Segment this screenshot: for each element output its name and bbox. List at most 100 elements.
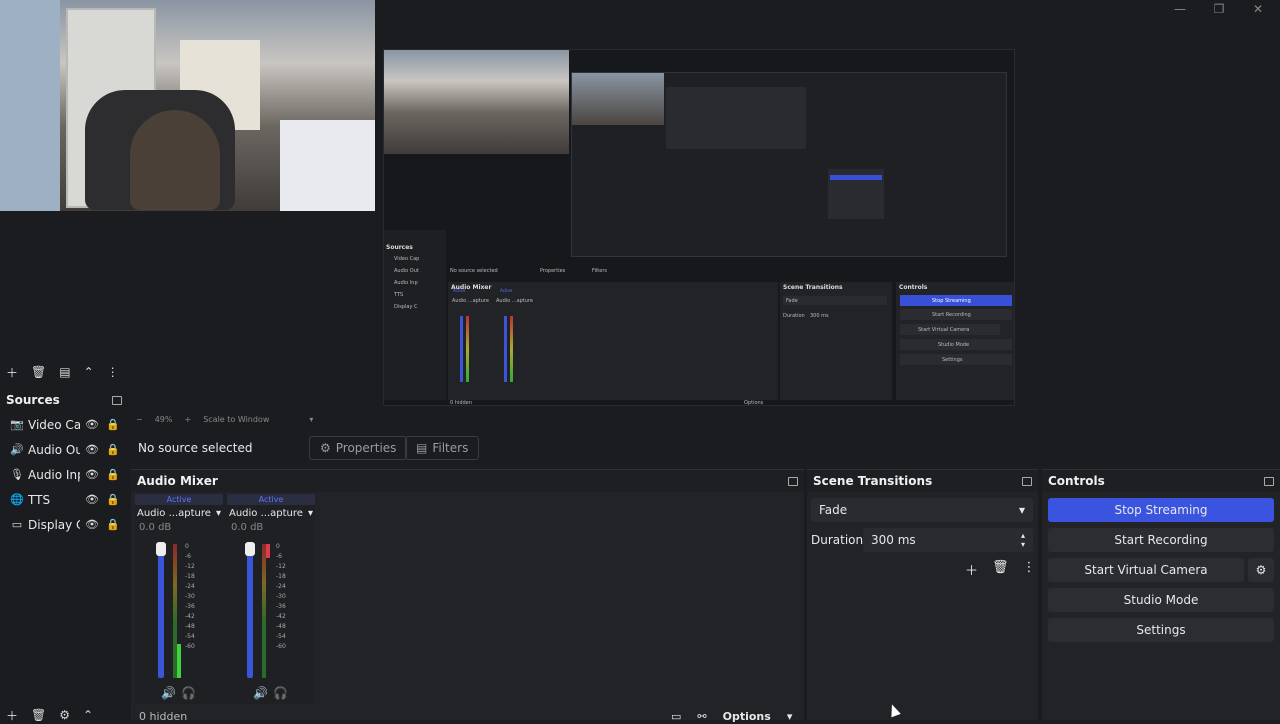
eye-icon[interactable]: 👁 — [83, 443, 101, 456]
scale-mode[interactable]: Scale to Window — [203, 415, 269, 424]
stop-streaming-button[interactable]: Stop Streaming — [1048, 498, 1274, 522]
lock-icon[interactable]: 🔒 — [104, 443, 122, 456]
sources-dock-header: Sources — [0, 390, 128, 410]
options-button[interactable]: Options — [723, 710, 771, 723]
source-item[interactable]: 📷 Video Cap 👁 🔒 — [0, 412, 128, 437]
close-button[interactable]: ✕ — [1248, 2, 1268, 18]
eye-icon[interactable]: 👁 — [83, 493, 101, 506]
channel-volume: 0.0 dB — [231, 522, 264, 533]
chevron-down-icon[interactable]: ▾ — [309, 415, 313, 424]
scene-transitions-title: Scene Transitions — [813, 474, 933, 488]
spinner-icon[interactable]: ▴ ▾ — [1021, 531, 1025, 549]
restore-button[interactable]: ❐ — [1209, 2, 1229, 18]
settings-button[interactable]: Settings — [1048, 618, 1274, 642]
zoom-in-icon[interactable]: + — [184, 415, 191, 424]
chevron-down-icon[interactable]: ▾ — [216, 508, 221, 519]
properties-label: Properties — [335, 441, 397, 455]
preview-canvas[interactable]: Sources Video Cap Audio Out Audio Inp TT… — [383, 49, 1015, 406]
eye-icon[interactable]: 👁 — [83, 518, 101, 531]
link-icon[interactable]: ⚯ — [697, 710, 706, 723]
volume-slider-handle[interactable] — [245, 542, 255, 556]
zoom-out-icon[interactable]: − — [136, 415, 143, 424]
active-badge: Active — [227, 494, 315, 505]
chevron-down-icon[interactable]: ▾ — [308, 508, 313, 519]
source-item[interactable]: ▭ Display C 👁 🔒 — [0, 512, 128, 537]
level-meter-fill — [177, 644, 181, 678]
mixer-footer: ▭ ⚯ Options ▾ — [671, 710, 792, 723]
scene-transitions-dock: Scene Transitions Fade ▾ Duration 300 ms… — [807, 469, 1038, 720]
nested-window-capture — [571, 72, 1007, 257]
mixer-channels: Active Audio ...apture ▾ 0.0 dB 0 -6 -12 -1… — [135, 494, 315, 704]
lock-icon[interactable]: 🔒 — [104, 493, 122, 506]
meter-scale: 0 -6 -12 -18 -24 -30 -36 -42 -48 -54 -60 — [185, 543, 195, 650]
source-item[interactable]: 🌐 TTS 👁 🔒 — [0, 487, 128, 512]
globe-icon: 🌐 — [10, 493, 24, 506]
speaker-icon[interactable]: 🔊 — [253, 686, 268, 700]
duration-input[interactable]: 300 ms ▴ ▾ — [863, 528, 1033, 552]
studio-mode-button[interactable]: Studio Mode — [1048, 588, 1274, 612]
headphones-icon[interactable]: 🎧 — [273, 686, 288, 700]
source-label: TTS — [28, 492, 51, 507]
start-virtual-camera-button[interactable]: Start Virtual Camera — [1048, 558, 1244, 582]
add-icon[interactable]: ＋ — [6, 364, 18, 381]
filter-icon[interactable]: ▤ — [59, 365, 70, 379]
lock-icon[interactable]: 🔒 — [104, 518, 122, 531]
nested-controls: Controls Stop Streaming Start Recording … — [896, 282, 1014, 400]
mixer-channel: Active Audio ...apture ▾ 0.0 dB — [135, 494, 223, 533]
transition-select[interactable]: Fade ▾ — [811, 498, 1033, 522]
trash-icon[interactable]: 🗑 — [31, 365, 46, 379]
properties-button[interactable]: ⚙ Properties — [309, 436, 408, 460]
nested-audio-mixer: Audio Mixer Audio ...apture Audio ...apt… — [448, 282, 778, 400]
duration-value: 300 ms — [871, 533, 916, 547]
source-item[interactable]: 🔊 Audio Out 👁 🔒 — [0, 437, 128, 462]
transition-value: Fade — [819, 503, 848, 517]
float-dock-icon[interactable] — [1264, 476, 1274, 486]
lock-icon[interactable]: 🔒 — [104, 418, 122, 431]
gear-icon: ⚙ — [1255, 563, 1267, 577]
add-icon[interactable]: ＋ — [965, 560, 978, 579]
source-item[interactable]: 🎙 Audio Inp 👁 🔒 — [0, 462, 128, 487]
channel-name: Audio ...apture — [137, 508, 211, 519]
start-recording-button[interactable]: Start Recording — [1048, 528, 1274, 552]
camera-icon: 📷 — [10, 418, 24, 431]
hidden-count: 0 hidden — [139, 710, 188, 723]
float-dock-icon[interactable] — [788, 476, 798, 486]
float-dock-icon[interactable] — [112, 395, 122, 405]
channel-volume: 0.0 dB — [139, 522, 172, 533]
source-label: Audio Inp — [28, 467, 80, 482]
filter-icon: ▤ — [416, 441, 428, 455]
gear-icon: ⚙ — [320, 441, 331, 455]
channel-name: Audio ...apture — [229, 508, 303, 519]
layout-icon[interactable]: ▭ — [671, 710, 681, 723]
eye-icon[interactable]: 👁 — [83, 418, 101, 431]
nested-sources-panel: Sources Video Cap Audio Out Audio Inp TT… — [384, 230, 446, 400]
volume-slider[interactable] — [158, 544, 164, 678]
add-source-icon[interactable]: ＋ — [6, 707, 18, 724]
virtual-camera-settings-button[interactable]: ⚙ — [1248, 558, 1274, 582]
nested-scene-transitions: Scene Transitions Fade Duration 300 ms — [780, 282, 892, 400]
volume-slider[interactable] — [247, 544, 253, 678]
move-up-icon[interactable]: ⌃ — [84, 365, 94, 379]
trash-icon[interactable]: 🗑 — [992, 560, 1009, 579]
chevron-down-icon: ▾ — [1018, 503, 1025, 517]
scenes-toolbar: ＋ 🗑 ▤ ⌃ ⋮ — [0, 363, 119, 381]
float-dock-icon[interactable] — [1022, 476, 1032, 486]
eye-icon[interactable]: 👁 — [83, 468, 101, 481]
lock-icon[interactable]: 🔒 — [104, 468, 122, 481]
zoom-level: 49% — [154, 414, 173, 424]
meter-scale: 0 -6 -12 -18 -24 -30 -36 -42 -48 -54 -60 — [276, 543, 286, 650]
more-icon[interactable]: ⋮ — [1023, 560, 1036, 579]
active-badge: Active — [135, 494, 223, 505]
volume-slider-handle[interactable] — [156, 542, 166, 556]
level-meter — [262, 544, 266, 678]
preview-webcam-image — [384, 50, 569, 154]
filters-button[interactable]: ▤ Filters — [405, 436, 480, 460]
chevron-down-icon[interactable]: ▾ — [787, 710, 793, 723]
filters-label: Filters — [432, 441, 469, 455]
speaker-icon[interactable]: 🔊 — [161, 686, 176, 700]
speaker-icon: 🔊 — [10, 443, 24, 456]
source-status: No source selected — [138, 441, 253, 455]
more-icon[interactable]: ⋮ — [107, 365, 119, 379]
headphones-icon[interactable]: 🎧 — [181, 686, 196, 700]
minimize-button[interactable]: — — [1170, 2, 1190, 18]
